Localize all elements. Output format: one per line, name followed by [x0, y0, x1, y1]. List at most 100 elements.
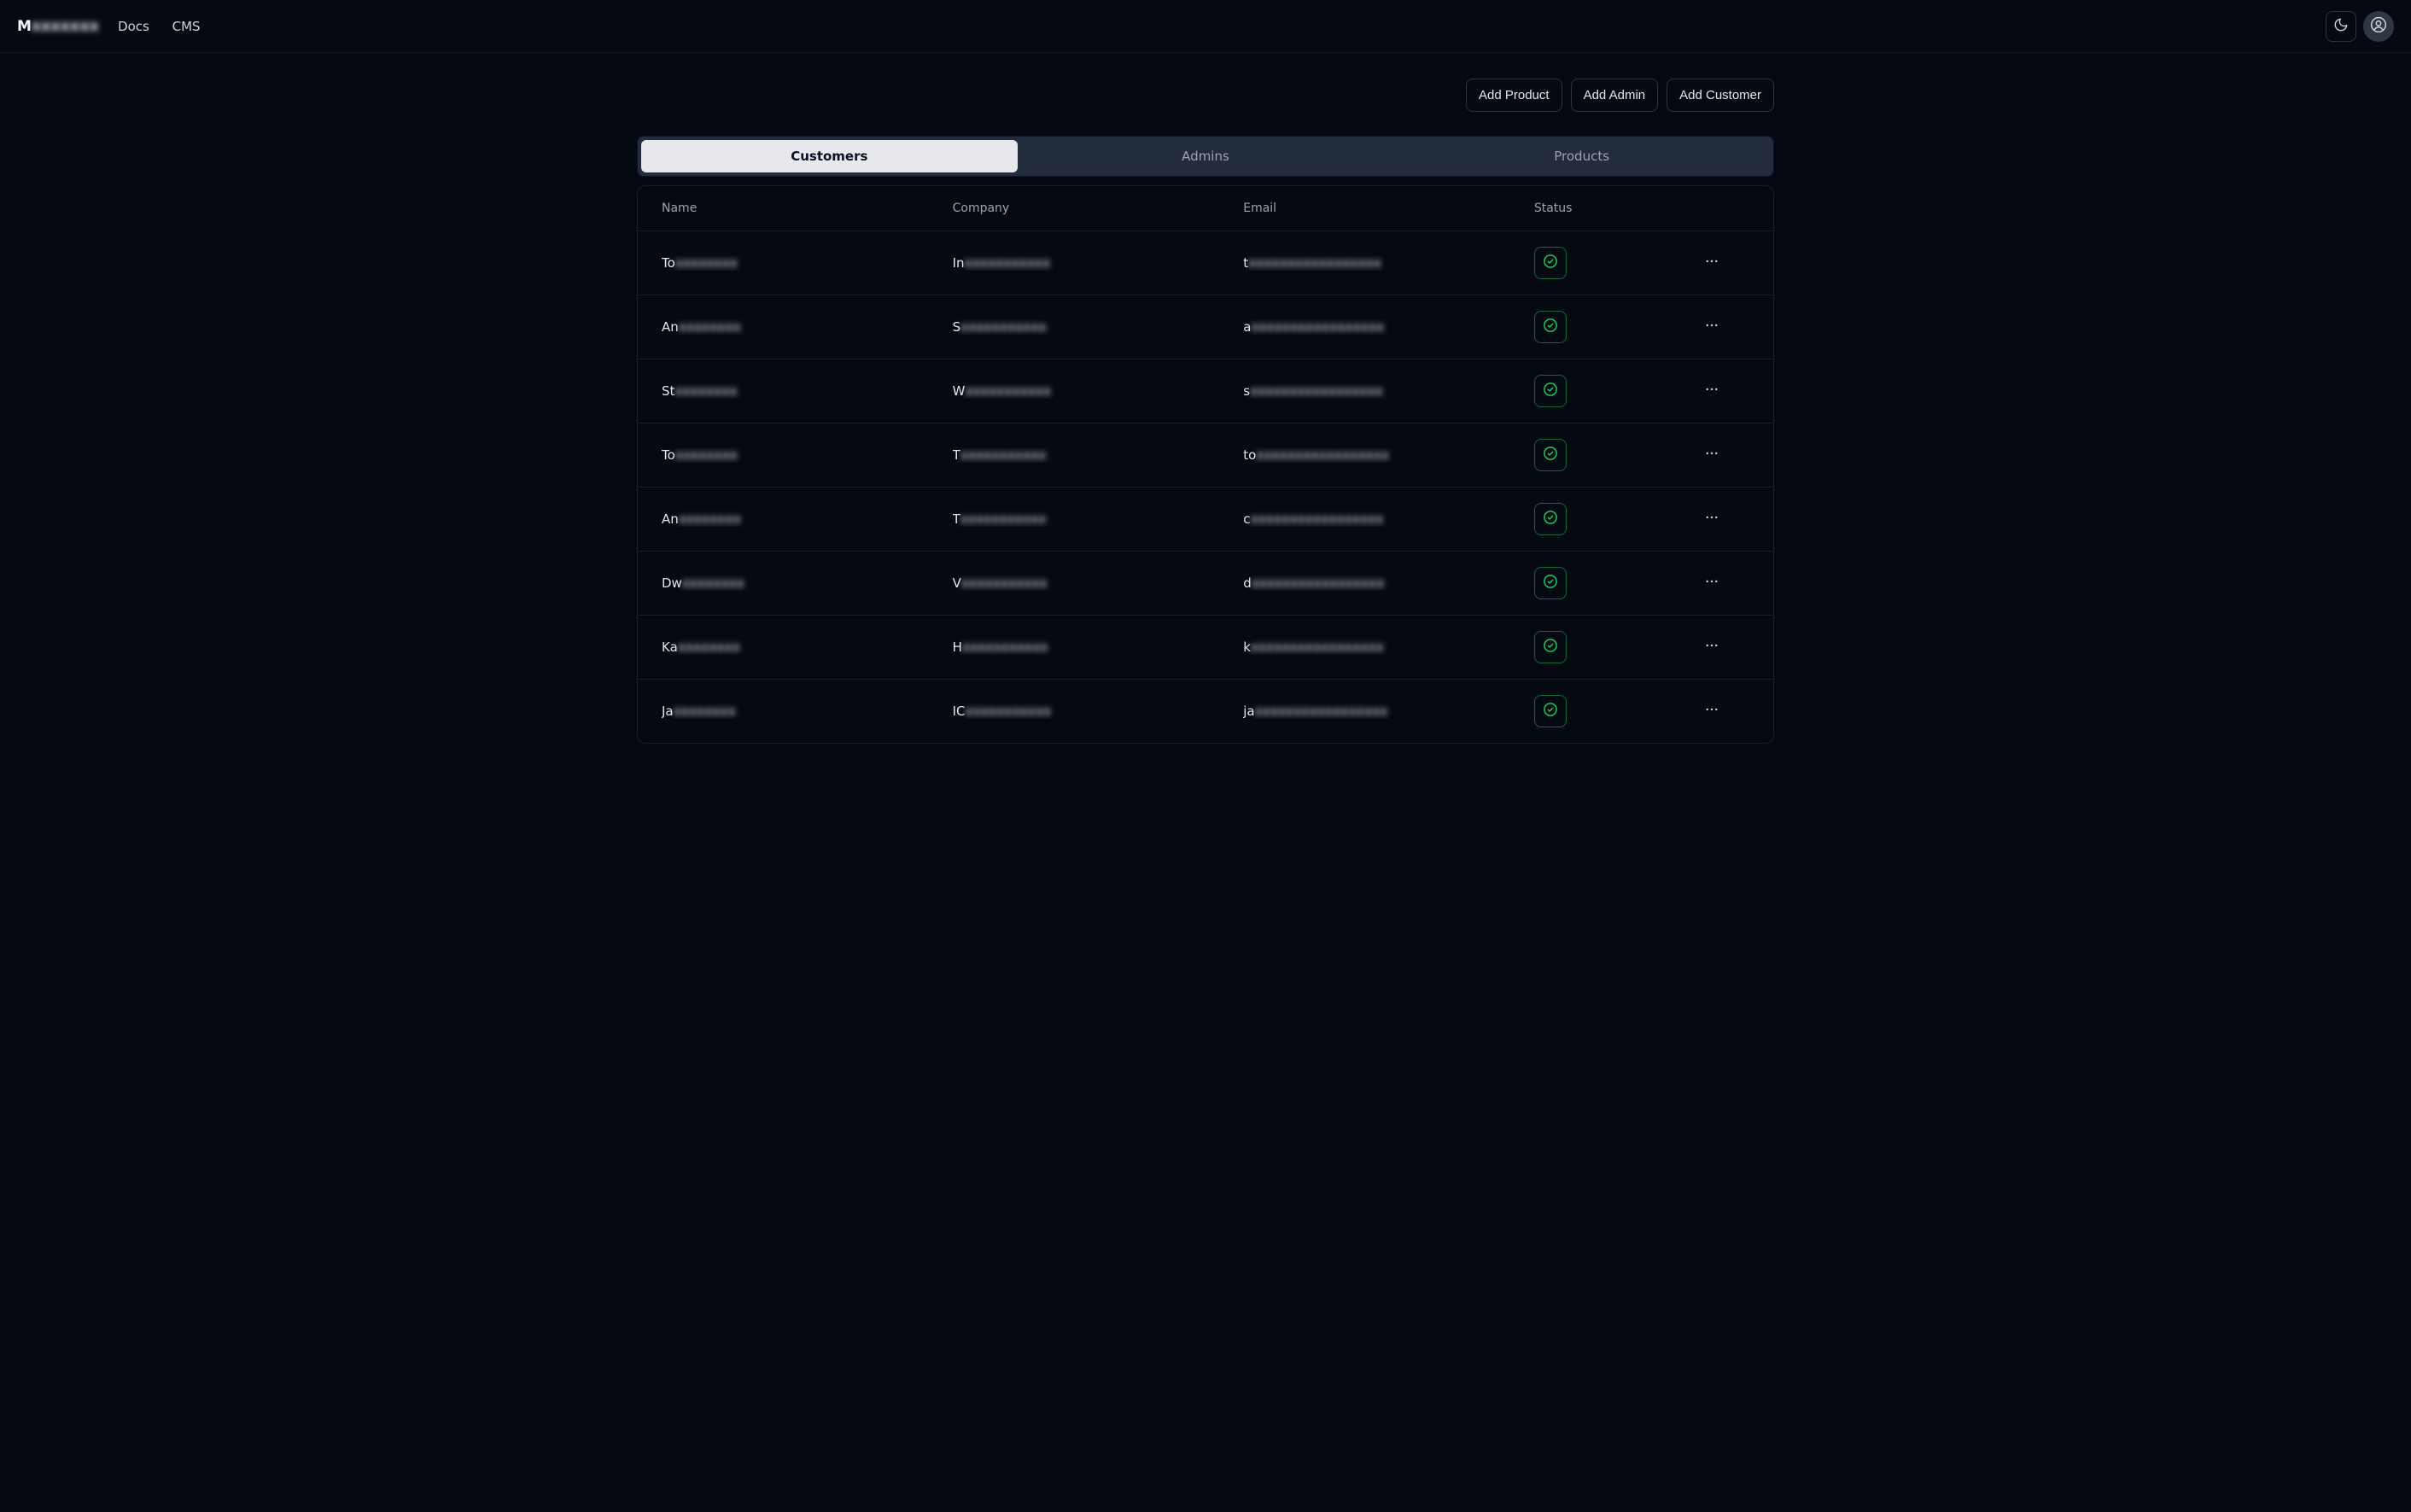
more-horizontal-icon [1704, 702, 1719, 721]
topbar: Mxxxxxxx Docs CMS [0, 0, 2411, 53]
cell-actions [1674, 505, 1749, 533]
cell-email-prefix: k [1243, 639, 1251, 655]
cell-status [1534, 503, 1664, 535]
check-circle-icon [1543, 702, 1558, 721]
cell-company-blurred: xxxxxxxxxxx [960, 319, 1047, 335]
row-menu-button[interactable] [1698, 505, 1725, 533]
check-circle-icon [1543, 446, 1558, 464]
cell-company-prefix: In [953, 255, 965, 271]
cell-company: Sxxxxxxxxxxx [953, 319, 1234, 335]
row-menu-button[interactable] [1698, 249, 1725, 277]
cell-email: axxxxxxxxxxxxxxxxx [1243, 319, 1524, 335]
cell-email-prefix: to [1243, 447, 1256, 463]
cell-email-blurred: xxxxxxxxxxxxxxxxx [1248, 255, 1381, 271]
cell-name-prefix: Ja [662, 703, 674, 719]
row-menu-button[interactable] [1698, 569, 1725, 597]
cell-company-blurred: xxxxxxxxxxx [962, 639, 1048, 655]
status-badge [1534, 695, 1567, 727]
cell-company-prefix: T [953, 511, 960, 527]
cell-email-blurred: xxxxxxxxxxxxxxxxx [1251, 639, 1384, 655]
cell-email-blurred: xxxxxxxxxxxxxxxxx [1251, 319, 1384, 335]
cell-email: dxxxxxxxxxxxxxxxxx [1243, 575, 1524, 591]
cell-company-blurred: xxxxxxxxxxx [965, 383, 1051, 399]
cell-status [1534, 567, 1664, 599]
brand-initial: M [17, 18, 32, 35]
cell-actions [1674, 698, 1749, 725]
status-badge [1534, 631, 1567, 663]
more-horizontal-icon [1704, 574, 1719, 593]
cell-company: Vxxxxxxxxxxx [953, 575, 1234, 591]
cell-company: Hxxxxxxxxxxx [953, 639, 1234, 655]
add-product-button[interactable]: Add Product [1466, 79, 1562, 112]
table-header: Name Company Email Status [638, 186, 1773, 231]
status-badge [1534, 311, 1567, 343]
theme-toggle-button[interactable] [2326, 11, 2356, 42]
customers-card: Name Company Email Status ToxxxxxxxxInxx… [637, 185, 1774, 744]
table-row: Anxxxxxxxx Sxxxxxxxxxxx axxxxxxxxxxxxxxxxx [638, 295, 1773, 359]
table-row: ToxxxxxxxxTxxxxxxxxxxxtoxxxxxxxxxxxxxxxx… [638, 423, 1773, 487]
check-circle-icon [1543, 318, 1558, 336]
more-horizontal-icon [1704, 382, 1719, 400]
cell-email-blurred: xxxxxxxxxxxxxxxxx [1255, 703, 1388, 719]
cell-name-blurred: xxxxxxxx [678, 639, 740, 655]
th-name: Name [662, 201, 943, 215]
add-customer-button[interactable]: Add Customer [1667, 79, 1774, 112]
check-circle-icon [1543, 382, 1558, 400]
cell-company: Txxxxxxxxxxx [953, 511, 1234, 527]
nav-docs[interactable]: Docs [118, 19, 149, 34]
table-row: AnxxxxxxxxTxxxxxxxxxxxcxxxxxxxxxxxxxxxxx [638, 487, 1773, 552]
cell-company-prefix: T [953, 447, 960, 463]
customers-table: Name Company Email Status ToxxxxxxxxInxx… [638, 186, 1773, 743]
cell-company-blurred: xxxxxxxxxxx [961, 575, 1048, 591]
check-circle-icon [1543, 254, 1558, 272]
cell-name-prefix: An [662, 511, 679, 527]
add-admin-button[interactable]: Add Admin [1571, 79, 1659, 112]
cell-name-blurred: xxxxxxxx [682, 575, 744, 591]
cell-status [1534, 631, 1664, 663]
table-row: ToxxxxxxxxInxxxxxxxxxxxtxxxxxxxxxxxxxxxx… [638, 231, 1773, 295]
table-row: KaxxxxxxxxHxxxxxxxxxxxkxxxxxxxxxxxxxxxxx [638, 616, 1773, 680]
page: Add Product Add Admin Add Customer Custo… [616, 53, 1795, 778]
cell-name-prefix: To [662, 447, 675, 463]
row-menu-button[interactable] [1698, 441, 1725, 469]
row-menu-button[interactable] [1698, 313, 1725, 341]
cell-company: Txxxxxxxxxxx [953, 447, 1234, 463]
cell-email: sxxxxxxxxxxxxxxxxx [1243, 383, 1524, 399]
row-menu-button[interactable] [1698, 377, 1725, 405]
user-avatar[interactable] [2363, 11, 2394, 42]
cell-name: Stxxxxxxxx [662, 383, 943, 399]
status-badge [1534, 567, 1567, 599]
cell-name-prefix: St [662, 383, 674, 399]
tabs: Customers Admins Products [637, 136, 1774, 177]
more-horizontal-icon [1704, 446, 1719, 464]
cell-name-blurred: xxxxxxxx [679, 319, 741, 335]
row-menu-button[interactable] [1698, 698, 1725, 725]
nav-cms[interactable]: CMS [172, 19, 201, 34]
cell-name-blurred: xxxxxxxx [674, 383, 737, 399]
cell-company-blurred: xxxxxxxxxxx [960, 447, 1047, 463]
cell-name-prefix: Dw [662, 575, 682, 591]
cell-email-prefix: ja [1243, 703, 1254, 719]
cell-name-blurred: xxxxxxxx [674, 703, 736, 719]
cell-company-blurred: xxxxxxxxxxx [965, 255, 1051, 271]
cell-name: Dwxxxxxxxx [662, 575, 943, 591]
cell-company-prefix: V [953, 575, 961, 591]
page-actions: Add Product Add Admin Add Customer [637, 79, 1774, 112]
tab-products[interactable]: Products [1393, 140, 1770, 172]
cell-name-prefix: An [662, 319, 679, 335]
cell-email-blurred: xxxxxxxxxxxxxxxxx [1256, 447, 1389, 463]
check-circle-icon [1543, 574, 1558, 593]
cell-status [1534, 247, 1664, 279]
table-row: Dwxxxxxxxx Vxxxxxxxxxxx dxxxxxxxxxxxxxxxxx [638, 552, 1773, 616]
tab-admins[interactable]: Admins [1018, 140, 1394, 172]
status-badge [1534, 375, 1567, 407]
table-body: ToxxxxxxxxInxxxxxxxxxxxtxxxxxxxxxxxxxxxx… [638, 231, 1773, 743]
cell-actions [1674, 377, 1749, 405]
cell-company-blurred: xxxxxxxxxxx [960, 511, 1047, 527]
more-horizontal-icon [1704, 254, 1719, 272]
cell-email: kxxxxxxxxxxxxxxxxx [1243, 639, 1524, 655]
row-menu-button[interactable] [1698, 633, 1725, 661]
cell-name-blurred: xxxxxxxx [679, 511, 741, 527]
cell-email-blurred: xxxxxxxxxxxxxxxxx [1252, 575, 1385, 591]
tab-customers[interactable]: Customers [641, 140, 1018, 172]
